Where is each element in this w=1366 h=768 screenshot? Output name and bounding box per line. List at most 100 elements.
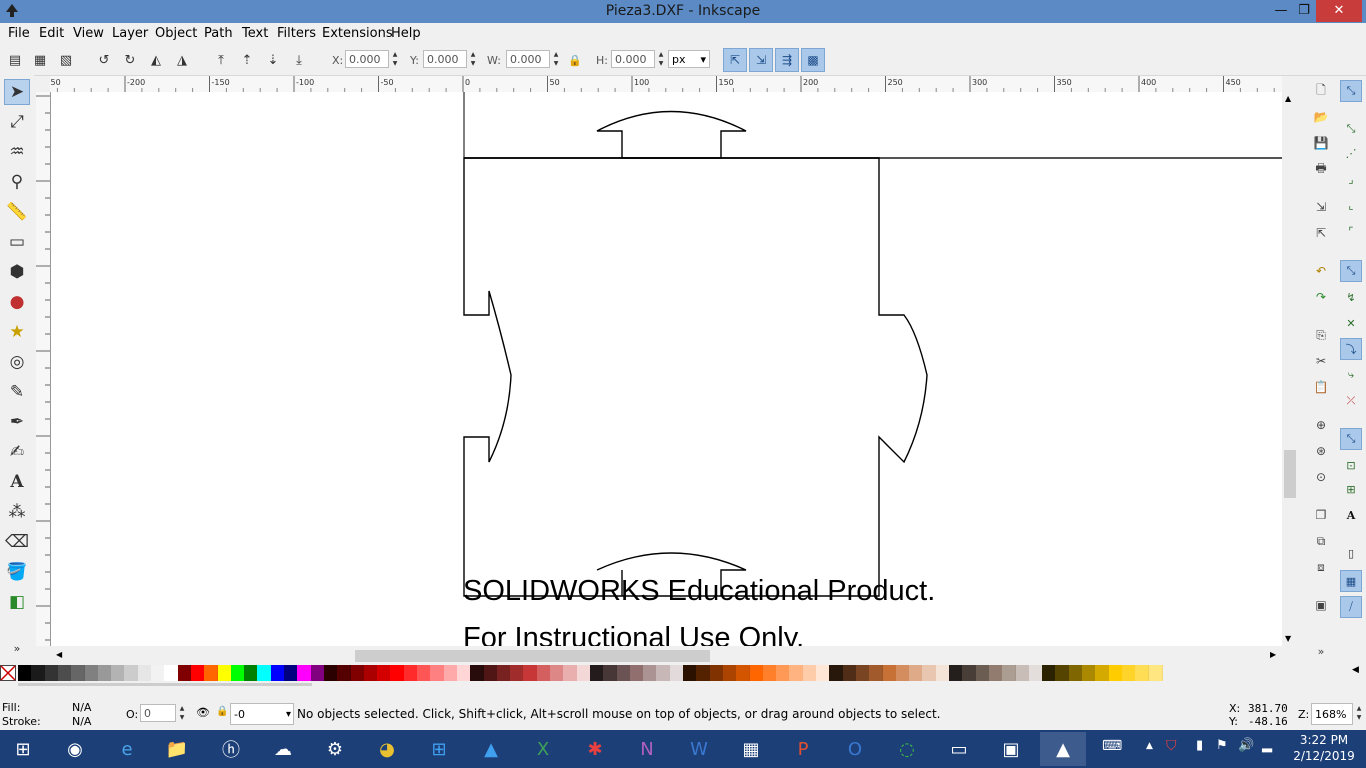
excel-icon[interactable]: X (520, 732, 566, 766)
spiral-tool-icon[interactable]: ◎ (4, 349, 30, 375)
stroke-value[interactable]: N/A (72, 715, 91, 728)
menu-extensions[interactable]: Extensions (322, 26, 393, 41)
color-swatch[interactable] (1055, 665, 1070, 681)
zoom-drawing-icon[interactable]: ⊛ (1312, 442, 1330, 460)
snap-bbox-midpoints-icon[interactable]: ⌞ (1340, 194, 1362, 216)
duplicate-icon[interactable]: ❐ (1312, 506, 1330, 524)
rotate-ccw-icon[interactable]: ↺ (94, 50, 114, 70)
color-swatch[interactable] (257, 665, 272, 681)
flip-horizontal-icon[interactable]: ◭ (146, 50, 166, 70)
scroll-left-icon[interactable]: ◀ (56, 650, 62, 659)
menu-text[interactable]: Text (242, 26, 268, 41)
raise-to-top-icon[interactable]: ⤒ (211, 50, 231, 70)
open-icon[interactable]: 📂 (1312, 108, 1330, 126)
snap-guides-icon[interactable]: ⧸ (1340, 596, 1362, 618)
snap-bbox-centers-icon[interactable]: ⌜ (1340, 220, 1362, 242)
color-swatch[interactable] (510, 665, 525, 681)
snap-bbox-edges-icon[interactable]: ⋰ (1340, 142, 1362, 164)
flip-vertical-icon[interactable]: ◮ (172, 50, 192, 70)
new-document-icon[interactable]: 🗋 (1312, 82, 1330, 100)
scroll-down-icon[interactable]: ▼ (1285, 634, 1291, 643)
menu-layer[interactable]: Layer (112, 26, 148, 41)
print-icon[interactable]: 🖶 (1312, 160, 1330, 178)
color-swatch[interactable] (869, 665, 884, 681)
command-prompt-icon[interactable]: ▭ (936, 732, 982, 766)
snap-cusp-nodes-icon[interactable]: ⤵ (1340, 338, 1362, 360)
pencil-tool-icon[interactable]: ✎ (4, 379, 30, 405)
layer-select[interactable]: -0 ▾ (230, 703, 294, 725)
opacity-field[interactable]: 0 (140, 704, 176, 722)
snap-text-baseline-icon[interactable]: ⊞ (1340, 478, 1362, 500)
horizontal-scroll-thumb[interactable] (355, 650, 710, 662)
rotate-cw-icon[interactable]: ↻ (120, 50, 140, 70)
snap-intersections-icon[interactable]: ✕ (1340, 312, 1362, 334)
color-swatch[interactable] (789, 665, 804, 681)
color-swatch[interactable] (111, 665, 126, 681)
color-swatch[interactable] (922, 665, 937, 681)
chrome-icon[interactable]: ◕ (364, 732, 410, 766)
group-icon[interactable]: ▣ (1312, 596, 1330, 614)
tweak-tool-icon[interactable]: ♒ (4, 139, 30, 165)
calligraphy-tool-icon[interactable]: ✍ (4, 439, 30, 465)
color-swatch[interactable] (1148, 665, 1163, 681)
file-explorer-icon[interactable]: 📁 (154, 732, 200, 766)
word-icon[interactable]: W (676, 732, 722, 766)
undo-icon[interactable]: ↶ (1312, 262, 1330, 280)
snap-page-border-icon[interactable]: ▯ (1340, 542, 1362, 564)
volume-icon[interactable]: 🔊 (1238, 738, 1254, 753)
close-button[interactable]: ✕ (1316, 0, 1362, 22)
color-swatch[interactable] (323, 665, 339, 681)
zoom-page-icon[interactable]: ⊙ (1312, 468, 1330, 486)
color-swatch[interactable] (829, 665, 844, 681)
control-panel-icon[interactable]: ⚙ (312, 732, 358, 766)
paint-bucket-tool-icon[interactable]: 🪣 (4, 559, 30, 585)
lower-icon[interactable]: ⇣ (263, 50, 283, 70)
color-swatch[interactable] (496, 665, 512, 681)
import-icon[interactable]: ⇲ (1312, 198, 1330, 216)
color-swatch[interactable] (270, 665, 285, 681)
color-swatch[interactable] (363, 665, 379, 681)
color-swatch[interactable] (895, 665, 911, 681)
menu-object[interactable]: Object (155, 26, 197, 41)
deselect-icon[interactable]: ▧ (56, 50, 76, 70)
move-gradients-button[interactable]: ⇶ (775, 48, 799, 72)
color-swatch[interactable] (377, 665, 392, 681)
paint-app-icon[interactable]: ✱ (572, 732, 618, 766)
color-swatch[interactable] (802, 665, 817, 681)
snap-paths-icon[interactable]: ↯ (1340, 286, 1362, 308)
onedrive-icon[interactable]: ☁ (260, 732, 306, 766)
color-swatch[interactable] (151, 665, 166, 681)
opacity-spinner[interactable]: ▲ ▼ (177, 704, 187, 722)
color-swatch[interactable] (722, 665, 738, 681)
clone-icon[interactable]: ⧉ (1312, 532, 1330, 550)
snap-text-icon[interactable]: A (1340, 504, 1362, 526)
color-swatch[interactable] (1082, 665, 1097, 681)
h-field[interactable]: 0.000 (611, 50, 655, 68)
sync-app-icon[interactable]: ◌ (884, 732, 930, 766)
color-swatch[interactable] (71, 665, 86, 681)
menu-edit[interactable]: Edit (39, 26, 64, 41)
color-swatch[interactable] (962, 665, 977, 681)
palette-menu-icon[interactable]: ◀ (1352, 665, 1359, 675)
color-swatch[interactable] (57, 665, 73, 681)
color-swatch[interactable] (882, 665, 897, 681)
menu-help[interactable]: Help (391, 26, 421, 41)
snap-bbox-icon[interactable]: ⤡ (1340, 118, 1362, 140)
color-swatch[interactable] (443, 665, 458, 681)
text-tool-icon[interactable]: A (4, 469, 30, 495)
w-field[interactable]: 0.000 (506, 50, 550, 68)
selector-tool-icon[interactable]: ➤ (4, 79, 30, 105)
w-spinner[interactable]: ▲ ▼ (551, 50, 561, 68)
battery-icon[interactable]: ▮ (1196, 738, 1203, 753)
color-swatch[interactable] (177, 665, 192, 681)
color-swatch[interactable] (244, 665, 259, 681)
gradient-tool-icon[interactable]: ◧ (4, 589, 30, 615)
color-swatch[interactable] (137, 665, 152, 681)
color-swatch[interactable] (1135, 665, 1150, 681)
raise-icon[interactable]: ⇡ (237, 50, 257, 70)
solidworks-icon[interactable]: ▲ (468, 732, 514, 766)
menu-path[interactable]: Path (204, 26, 233, 41)
star-tool-icon[interactable]: ★ (4, 319, 30, 345)
inkscape-taskbar-icon[interactable]: ▲ (1040, 732, 1086, 766)
horizontal-ruler[interactable]: -250 -200 -150 -100 -50 0 50 100 150 200 250 300 350… (50, 76, 1282, 93)
